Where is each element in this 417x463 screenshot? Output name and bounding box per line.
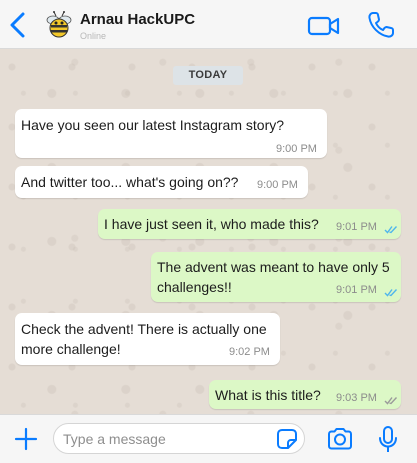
video-camera-icon	[307, 16, 340, 36]
message-bubble[interactable]: What is this title? 9:03 PM	[209, 380, 401, 409]
message-time: 9:01 PM	[336, 284, 377, 296]
read-receipt-icon	[384, 289, 398, 297]
plus-icon	[14, 427, 38, 451]
message-text: I have just seen it, who made this?	[104, 216, 319, 232]
message-list[interactable]: TODAY Have you seen our latest Instagram…	[0, 49, 417, 414]
contact-status: Online	[80, 31, 107, 41]
microphone-icon	[379, 426, 397, 452]
date-separator: TODAY	[173, 66, 243, 85]
message-time: 9:00 PM	[276, 143, 317, 155]
chat-header: Arnau HackUPC Online	[0, 0, 417, 49]
message-text: Have you seen our latest Instagram story…	[21, 117, 285, 133]
voice-call-button[interactable]	[366, 10, 396, 40]
attach-button[interactable]	[14, 427, 38, 451]
phone-icon	[368, 12, 394, 38]
bee-mascot-icon	[46, 11, 72, 38]
message-bubble[interactable]: Have you seen our latest Instagram story…	[15, 109, 327, 158]
message-bubble[interactable]: Check the advent! There is actually one …	[15, 313, 280, 365]
read-receipt-icon	[384, 226, 398, 234]
chevron-left-icon	[10, 12, 25, 38]
message-text: challenges!!	[157, 279, 232, 295]
contact-name[interactable]: Arnau HackUPC	[80, 11, 195, 28]
voice-message-button[interactable]	[377, 425, 399, 455]
message-time: 9:02 PM	[229, 346, 270, 358]
delivered-receipt-icon	[384, 397, 398, 405]
message-input[interactable]	[63, 429, 263, 449]
message-bubble[interactable]: The advent was meant to have only 5 chal…	[151, 252, 401, 302]
camera-icon	[328, 428, 352, 450]
video-call-button[interactable]	[307, 14, 341, 38]
camera-button[interactable]	[326, 427, 354, 451]
message-text: What is this title?	[215, 387, 321, 403]
message-time: 9:00 PM	[257, 179, 298, 191]
message-text: Check the advent! There is actually one	[21, 321, 267, 337]
message-text: And twitter too... what's going on??	[21, 174, 239, 190]
message-text: more challenge!	[21, 341, 121, 357]
message-text: The advent was meant to have only 5	[157, 259, 390, 275]
avatar[interactable]	[44, 10, 74, 40]
back-button[interactable]	[8, 12, 28, 38]
sticker-button[interactable]	[276, 428, 298, 450]
composer-bar	[0, 414, 417, 463]
sticker-icon	[277, 429, 297, 449]
message-time: 9:01 PM	[336, 221, 377, 233]
message-input-container[interactable]	[53, 423, 305, 454]
message-bubble[interactable]: And twitter too... what's going on?? 9:0…	[15, 166, 308, 198]
message-bubble[interactable]: I have just seen it, who made this? 9:01…	[98, 209, 401, 239]
message-time: 9:03 PM	[336, 392, 377, 404]
